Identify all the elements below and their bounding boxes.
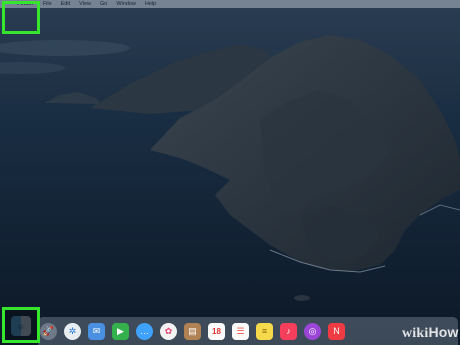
menu-file[interactable]: File	[43, 0, 52, 8]
highlight-box-apple-menu	[2, 1, 40, 34]
calendar-icon[interactable]: 18	[208, 322, 225, 340]
finder-icon[interactable]: ☺	[11, 316, 31, 336]
watermark-wiki: wiki	[402, 326, 429, 341]
menu-edit[interactable]: Edit	[61, 0, 70, 8]
dock: 🚀 ✲ ✉ ▶ … ✿ ▤ 18 ☰ ≡ ♪ ◎ N	[38, 317, 458, 345]
facetime-icon[interactable]: ▶	[112, 322, 129, 340]
safari-icon[interactable]: ✲	[64, 322, 81, 340]
mail-icon[interactable]: ✉	[88, 322, 105, 340]
menu-view[interactable]: View	[79, 0, 91, 8]
menu-help[interactable]: Help	[145, 0, 156, 8]
desktop: Finder File Edit View Go Window Help 🚀 ✲…	[0, 0, 460, 345]
launchpad-icon[interactable]: 🚀	[40, 322, 57, 340]
menu-bar: Finder File Edit View Go Window Help	[0, 0, 460, 8]
podcasts-icon[interactable]: ◎	[304, 322, 321, 340]
menu-go[interactable]: Go	[100, 0, 107, 8]
music-icon[interactable]: ♪	[280, 322, 297, 340]
menu-window[interactable]: Window	[116, 0, 136, 8]
wikihow-watermark: wikiHow	[402, 324, 459, 342]
wallpaper-catalina	[0, 0, 460, 345]
watermark-how: How	[428, 324, 459, 340]
notes-icon[interactable]: ≡	[256, 322, 273, 340]
photos-icon[interactable]: ✿	[160, 322, 177, 340]
highlight-box-finder-dock: ☺	[2, 307, 40, 343]
messages-icon[interactable]: …	[136, 322, 153, 340]
contacts-icon[interactable]: ▤	[184, 322, 201, 340]
reminders-icon[interactable]: ☰	[232, 322, 249, 340]
news-icon[interactable]: N	[328, 322, 345, 340]
